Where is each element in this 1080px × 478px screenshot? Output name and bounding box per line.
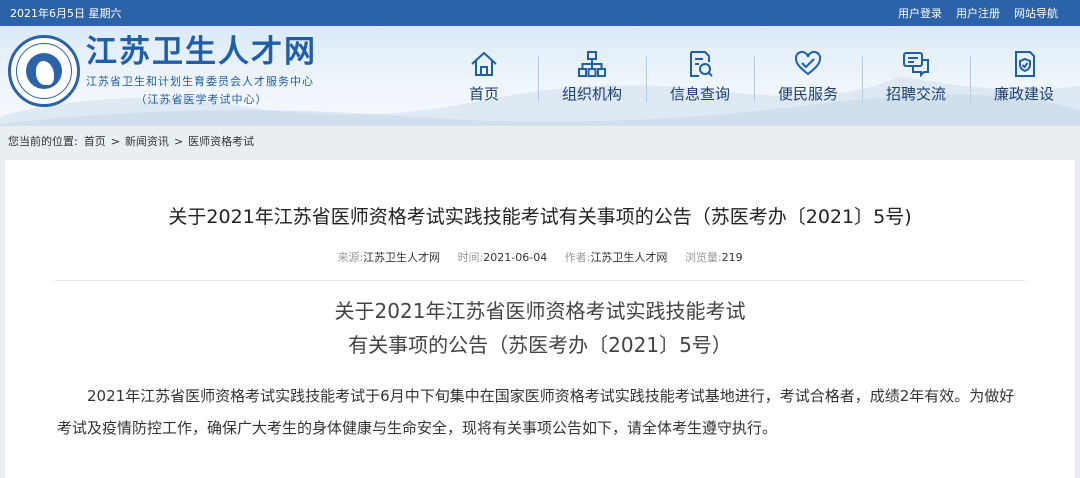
site-title: 江苏卫生人才网 (86, 34, 317, 70)
breadcrumb-home[interactable]: 首页 (84, 133, 106, 149)
site-subtitle-2: （江苏省医学考试中心） (135, 93, 268, 106)
article-heading-line-2: 有关事项的公告（苏医考办〔2021〕5号） (348, 333, 732, 357)
date-text: 2021年6月5日 星期六 (10, 7, 122, 20)
article-meta: 来源:江苏卫生人才网 时间:2021-06-04 作者:江苏卫生人才网 浏览量:… (5, 249, 1075, 265)
nav-item-home[interactable]: 首页 (430, 46, 538, 108)
time-label: 时间: (457, 251, 484, 264)
views-label: 浏览量: (684, 251, 722, 264)
article-heading-line-1: 关于2021年江苏省医师资格考试实践技能考试 (334, 299, 746, 323)
breadcrumb-news[interactable]: 新闻资讯 (125, 133, 169, 149)
nav-item-info-query[interactable]: 信息查询 (646, 46, 754, 108)
org-chart-icon (578, 51, 606, 77)
breadcrumb-exam[interactable]: 医师资格考试 (188, 133, 254, 149)
nav-item-integrity[interactable]: 廉政建设 (970, 46, 1078, 108)
top-links: 用户登录 用户注册 网站导航 (898, 5, 1058, 21)
article-paragraph: 2021年江苏省医师资格考试实践技能考试于6月中下旬集中在国家医师资格考试实践技… (57, 387, 1015, 437)
nav-item-organization[interactable]: 组织机构 (538, 46, 646, 108)
logo-seal-icon (8, 34, 80, 107)
site-logo[interactable]: 江苏卫生人才网 江苏省卫生和计划生育委员会人才服务中心 （江苏省医学考试中心） (8, 34, 317, 107)
site-nav-link[interactable]: 网站导航 (1014, 5, 1058, 21)
nav-label: 便民服务 (777, 85, 838, 103)
nav-label: 廉政建设 (993, 85, 1054, 103)
site-subtitle: 江苏省卫生和计划生育委员会人才服务中心 (86, 75, 314, 88)
nav-label: 信息查询 (669, 85, 730, 103)
breadcrumb: 您当前的位置: 首页 > 新闻资讯 > 医师资格考试 (0, 126, 1080, 156)
article-heading: 关于2021年江苏省医师资格考试实践技能考试 有关事项的公告（苏医考办〔2021… (5, 294, 1075, 362)
breadcrumb-prefix: 您当前的位置: (8, 135, 78, 148)
source-value: 江苏卫生人才网 (363, 251, 441, 264)
home-icon (471, 51, 497, 76)
login-link[interactable]: 用户登录 (898, 5, 942, 21)
source-label: 来源: (337, 251, 364, 264)
chat-icon (903, 52, 929, 78)
nav-item-recruitment[interactable]: 招聘交流 (862, 46, 970, 108)
register-link[interactable]: 用户注册 (956, 5, 1000, 21)
search-document-icon (690, 51, 713, 77)
heart-hand-icon (794, 50, 822, 76)
top-bar: 2021年6月5日 星期六 用户登录 用户注册 网站导航 (0, 0, 1080, 26)
meta-divider (55, 280, 1025, 281)
main-nav: 首页 组织机构 信息查询 便民服务 招聘交流 廉政建设 (430, 46, 1078, 108)
nav-label: 组织机构 (561, 85, 622, 103)
author-label: 作者: (564, 251, 591, 264)
breadcrumb-separator: > (110, 134, 120, 148)
site-header: 江苏卫生人才网 江苏省卫生和计划生育委员会人才服务中心 （江苏省医学考试中心） … (0, 26, 1080, 126)
nav-item-public-service[interactable]: 便民服务 (754, 46, 862, 108)
article-title: 关于2021年江苏省医师资格考试实践技能考试有关事项的公告（苏医考办〔2021〕… (168, 206, 912, 228)
time-value: 2021-06-04 (483, 251, 548, 264)
author-value: 江苏卫生人才网 (590, 251, 668, 264)
breadcrumb-separator: > (173, 134, 184, 148)
nav-label: 招聘交流 (885, 85, 946, 103)
nav-label: 首页 (468, 85, 499, 103)
shield-document-icon (1015, 51, 1035, 77)
views-value: 219 (721, 251, 743, 264)
article-panel: 关于2021年江苏省医师资格考试实践技能考试有关事项的公告（苏医考办〔2021〕… (5, 160, 1075, 478)
